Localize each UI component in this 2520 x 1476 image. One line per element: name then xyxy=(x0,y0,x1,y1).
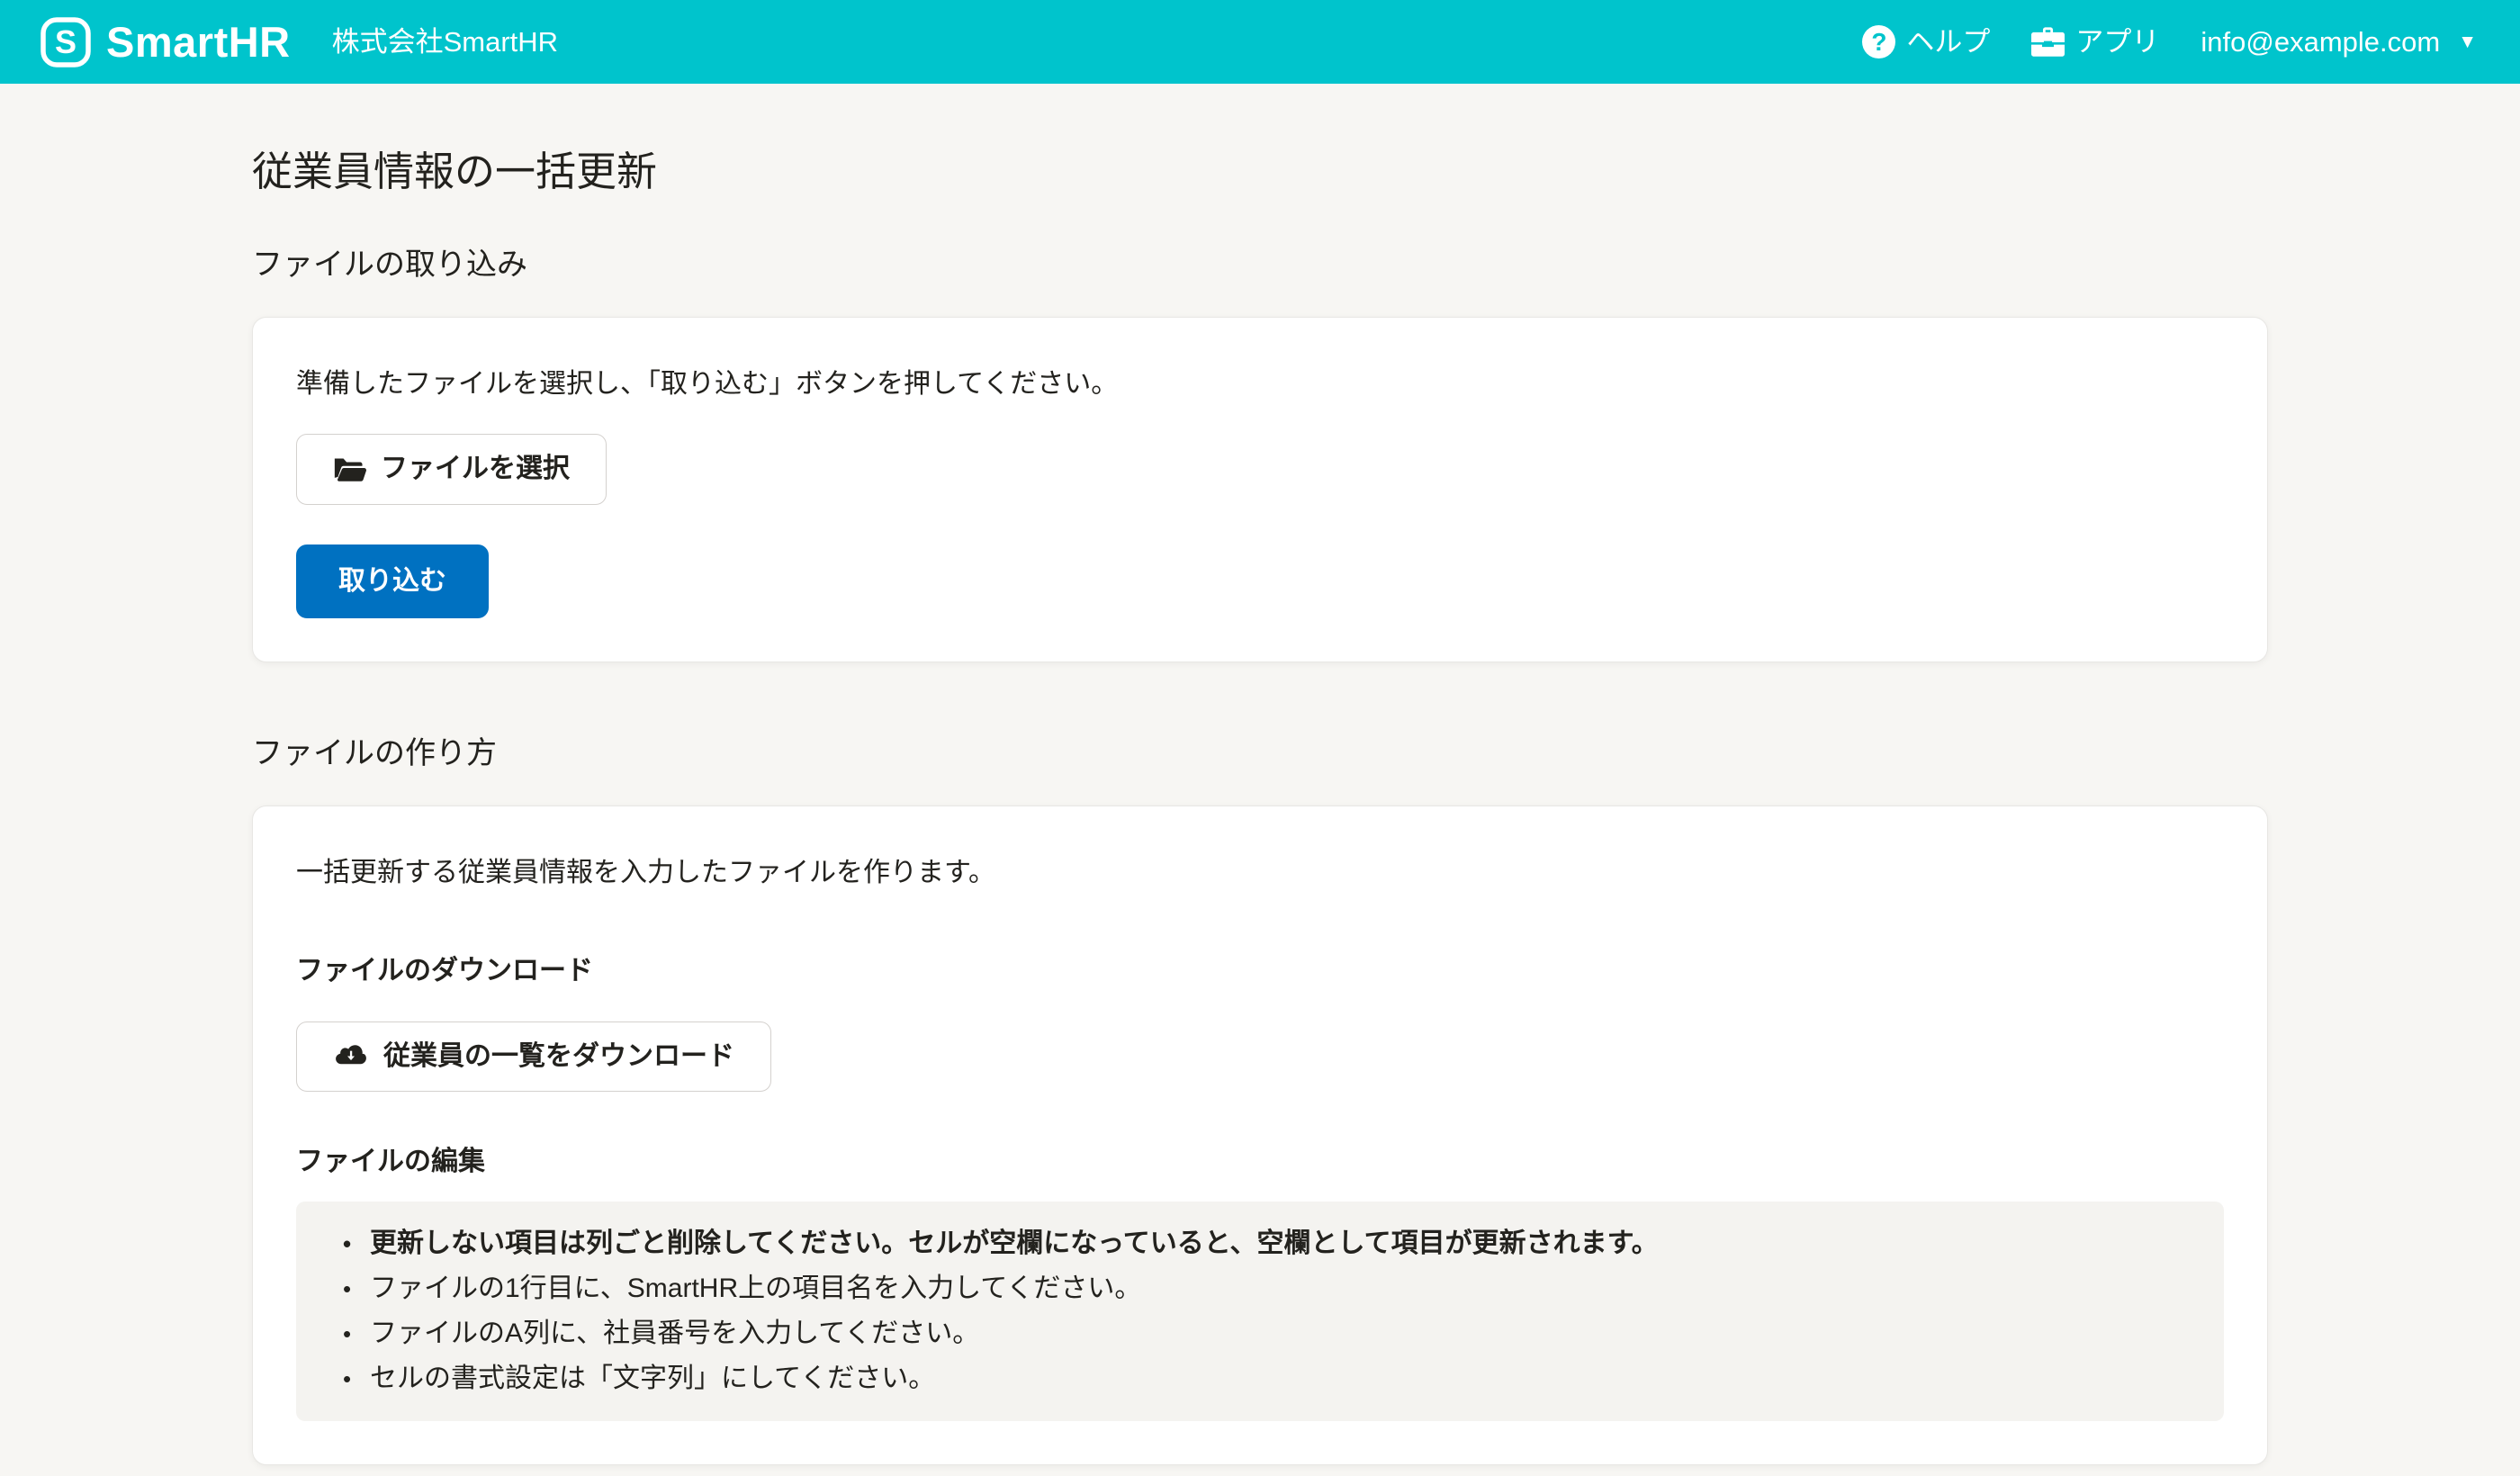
apps-menu-item[interactable]: アプリ xyxy=(2031,27,2159,58)
create-card: 一括更新する従業員情報を入力したファイルを作ります。 ファイルのダウンロード 従… xyxy=(252,806,2268,1465)
header-menu: ? ヘルプ アプリ info@example.com ▼ xyxy=(1862,25,2477,58)
select-file-button[interactable]: ファイルを選択 xyxy=(296,434,607,505)
briefcase-icon xyxy=(2031,27,2065,58)
account-menu[interactable]: info@example.com ▼ xyxy=(2200,28,2477,56)
import-button[interactable]: 取り込む xyxy=(296,544,489,618)
import-label: 取り込む xyxy=(338,568,446,595)
note-item: 更新しない項目は列ごと削除してください。セルが空欄になっていると、空欄として項目… xyxy=(336,1221,2184,1266)
download-employees-label: 従業員の一覧をダウンロード xyxy=(383,1043,734,1070)
brand-name: SmartHR xyxy=(106,21,291,63)
app-header: S SmartHR 株式会社SmartHR ? ヘルプ アプリ info@exa… xyxy=(0,0,2520,84)
download-sub-heading: ファイルのダウンロード xyxy=(296,955,2224,987)
select-file-label: ファイルを選択 xyxy=(381,455,570,482)
help-label: ヘルプ xyxy=(1906,28,1990,56)
note-item: セルの書式設定は「文字列」にしてください。 xyxy=(336,1356,2184,1401)
help-menu-item[interactable]: ? ヘルプ xyxy=(1862,25,1990,58)
edit-notes-list: 更新しない項目は列ごと削除してください。セルが空欄になっていると、空欄として項目… xyxy=(336,1221,2184,1401)
smarthr-logo-icon: S xyxy=(40,16,92,68)
download-employees-button[interactable]: 従業員の一覧をダウンロード xyxy=(296,1022,771,1092)
chevron-down-icon: ▼ xyxy=(2458,32,2477,51)
import-section-heading: ファイルの取り込み xyxy=(252,248,2268,283)
import-instruction: 準備したファイルを選択し、「取り込む」ボタンを押してください。 xyxy=(296,366,2224,401)
folder-open-icon xyxy=(333,455,366,483)
note-item: ファイルのA列に、社員番号を入力してください。 xyxy=(336,1311,2184,1356)
note-item: ファイルの1行目に、SmartHR上の項目名を入力してください。 xyxy=(336,1266,2184,1311)
main-content: 従業員情報の一括更新 ファイルの取り込み 準備したファイルを選択し、「取り込む」… xyxy=(252,148,2268,1465)
company-name: 株式会社SmartHR xyxy=(332,28,558,56)
import-card: 準備したファイルを選択し、「取り込む」ボタンを押してください。 ファイルを選択 … xyxy=(252,317,2268,662)
apps-label: アプリ xyxy=(2075,28,2159,56)
smarthr-logo[interactable]: S SmartHR xyxy=(40,16,291,68)
create-intro: 一括更新する従業員情報を入力したファイルを作ります。 xyxy=(296,855,2224,890)
create-section-heading: ファイルの作り方 xyxy=(252,736,2268,771)
edit-notes-box: 更新しない項目は列ごと削除してください。セルが空欄になっていると、空欄として項目… xyxy=(296,1202,2224,1421)
account-email: info@example.com xyxy=(2200,28,2440,56)
help-icon: ? xyxy=(1862,25,1895,58)
svg-text:S: S xyxy=(55,23,76,60)
page-title: 従業員情報の一括更新 xyxy=(252,148,2268,195)
cloud-download-icon xyxy=(333,1043,369,1069)
edit-sub-heading: ファイルの編集 xyxy=(296,1146,2224,1178)
